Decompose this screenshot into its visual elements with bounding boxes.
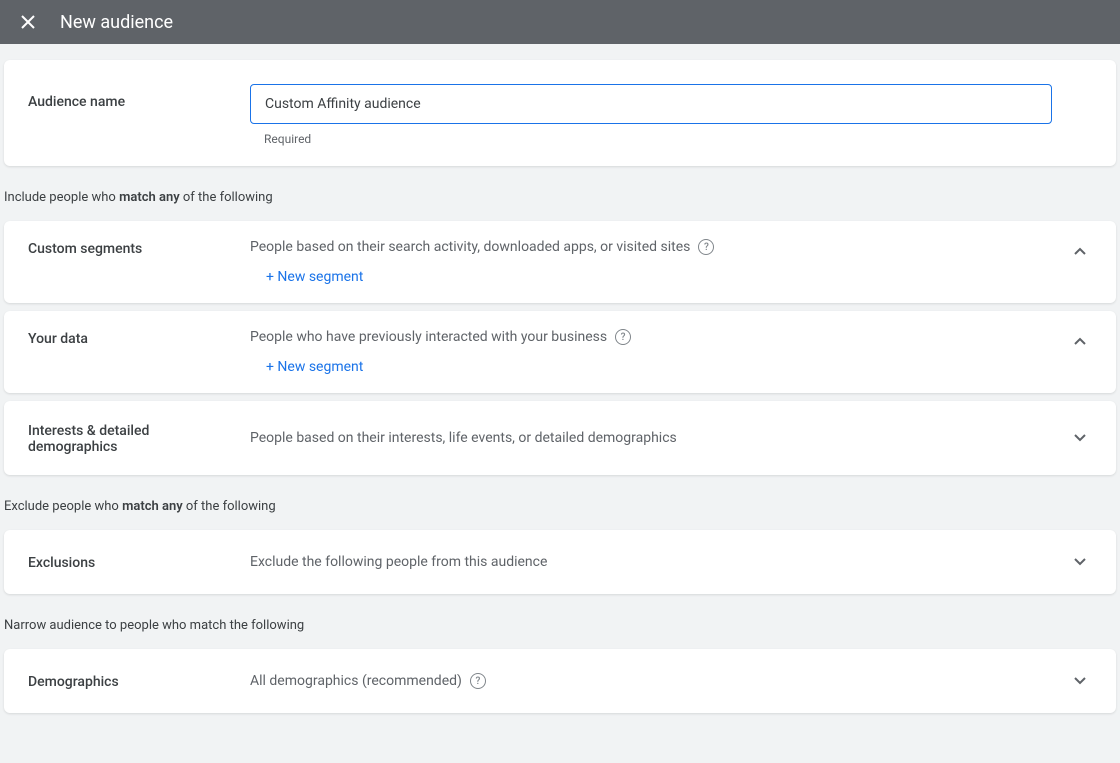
new-segment-link[interactable]: + New segment bbox=[250, 359, 363, 375]
custom-segments-card: Custom segments People based on their se… bbox=[4, 221, 1116, 303]
exclusions-desc: Exclude the following people from this a… bbox=[250, 554, 1036, 570]
chevron-down-icon[interactable] bbox=[1068, 426, 1092, 450]
exclude-section-label: Exclude people who match any of the foll… bbox=[0, 479, 1120, 522]
include-section-label: Include people who match any of the foll… bbox=[0, 170, 1120, 213]
exclude-label-prefix: Exclude people who bbox=[4, 499, 122, 514]
exclude-label-suffix: of the following bbox=[183, 499, 276, 514]
your-data-body: People who have previously interacted wi… bbox=[250, 329, 1036, 375]
custom-segments-header: Custom segments People based on their se… bbox=[28, 239, 1092, 285]
interests-header: Interests & detailed demographics People… bbox=[28, 421, 1092, 455]
required-helper-text: Required bbox=[264, 132, 1052, 146]
exclusions-desc-text: Exclude the following people from this a… bbox=[250, 554, 547, 570]
interests-desc-text: People based on their interests, life ev… bbox=[250, 430, 677, 446]
audience-name-input[interactable] bbox=[250, 84, 1052, 124]
chevron-down-icon[interactable] bbox=[1068, 669, 1092, 693]
help-icon[interactable]: ? bbox=[615, 329, 631, 345]
your-data-header: Your data People who have previously int… bbox=[28, 329, 1092, 375]
exclusions-body: Exclude the following people from this a… bbox=[250, 554, 1036, 570]
your-data-desc: People who have previously interacted wi… bbox=[250, 329, 1036, 345]
your-data-card: Your data People who have previously int… bbox=[4, 311, 1116, 393]
demographics-header: Demographics All demographics (recommend… bbox=[28, 669, 1092, 693]
dialog-title: New audience bbox=[60, 12, 173, 33]
chevron-up-icon[interactable] bbox=[1068, 329, 1092, 353]
new-segment-link[interactable]: + New segment bbox=[250, 269, 363, 285]
help-icon[interactable]: ? bbox=[470, 673, 486, 689]
custom-segments-desc: People based on their search activity, d… bbox=[250, 239, 1036, 255]
custom-segments-body: People based on their search activity, d… bbox=[250, 239, 1036, 285]
close-icon[interactable] bbox=[16, 10, 40, 34]
chevron-down-icon[interactable] bbox=[1068, 550, 1092, 574]
your-data-desc-text: People who have previously interacted wi… bbox=[250, 329, 607, 345]
interests-desc: People based on their interests, life ev… bbox=[250, 430, 1036, 446]
narrow-section-label: Narrow audience to people who match the … bbox=[0, 598, 1120, 641]
audience-name-label: Audience name bbox=[28, 84, 218, 110]
exclusions-header: Exclusions Exclude the following people … bbox=[28, 550, 1092, 574]
demographics-title: Demographics bbox=[28, 672, 218, 690]
include-label-bold: match any bbox=[119, 190, 180, 205]
demographics-card: Demographics All demographics (recommend… bbox=[4, 649, 1116, 713]
audience-name-input-wrap: Required bbox=[250, 84, 1052, 146]
interests-body: People based on their interests, life ev… bbox=[250, 430, 1036, 446]
content-area: Audience name Required Include people wh… bbox=[0, 60, 1120, 713]
your-data-title: Your data bbox=[28, 329, 218, 347]
exclude-label-bold: match any bbox=[122, 499, 183, 514]
include-label-suffix: of the following bbox=[180, 190, 273, 205]
custom-segments-desc-text: People based on their search activity, d… bbox=[250, 239, 690, 255]
custom-segments-title: Custom segments bbox=[28, 239, 218, 257]
chevron-up-icon[interactable] bbox=[1068, 239, 1092, 263]
narrow-label-text: Narrow audience to people who match the … bbox=[4, 618, 304, 633]
demographics-desc: All demographics (recommended) ? bbox=[250, 673, 1036, 689]
demographics-body: All demographics (recommended) ? bbox=[250, 673, 1036, 689]
audience-name-card: Audience name Required bbox=[4, 60, 1116, 166]
help-icon[interactable]: ? bbox=[698, 239, 714, 255]
exclusions-card: Exclusions Exclude the following people … bbox=[4, 530, 1116, 594]
exclusions-title: Exclusions bbox=[28, 553, 218, 571]
interests-title: Interests & detailed demographics bbox=[28, 421, 218, 455]
include-label-prefix: Include people who bbox=[4, 190, 119, 205]
interests-card: Interests & detailed demographics People… bbox=[4, 401, 1116, 475]
dialog-header: New audience bbox=[0, 0, 1120, 44]
demographics-desc-text: All demographics (recommended) bbox=[250, 673, 462, 689]
